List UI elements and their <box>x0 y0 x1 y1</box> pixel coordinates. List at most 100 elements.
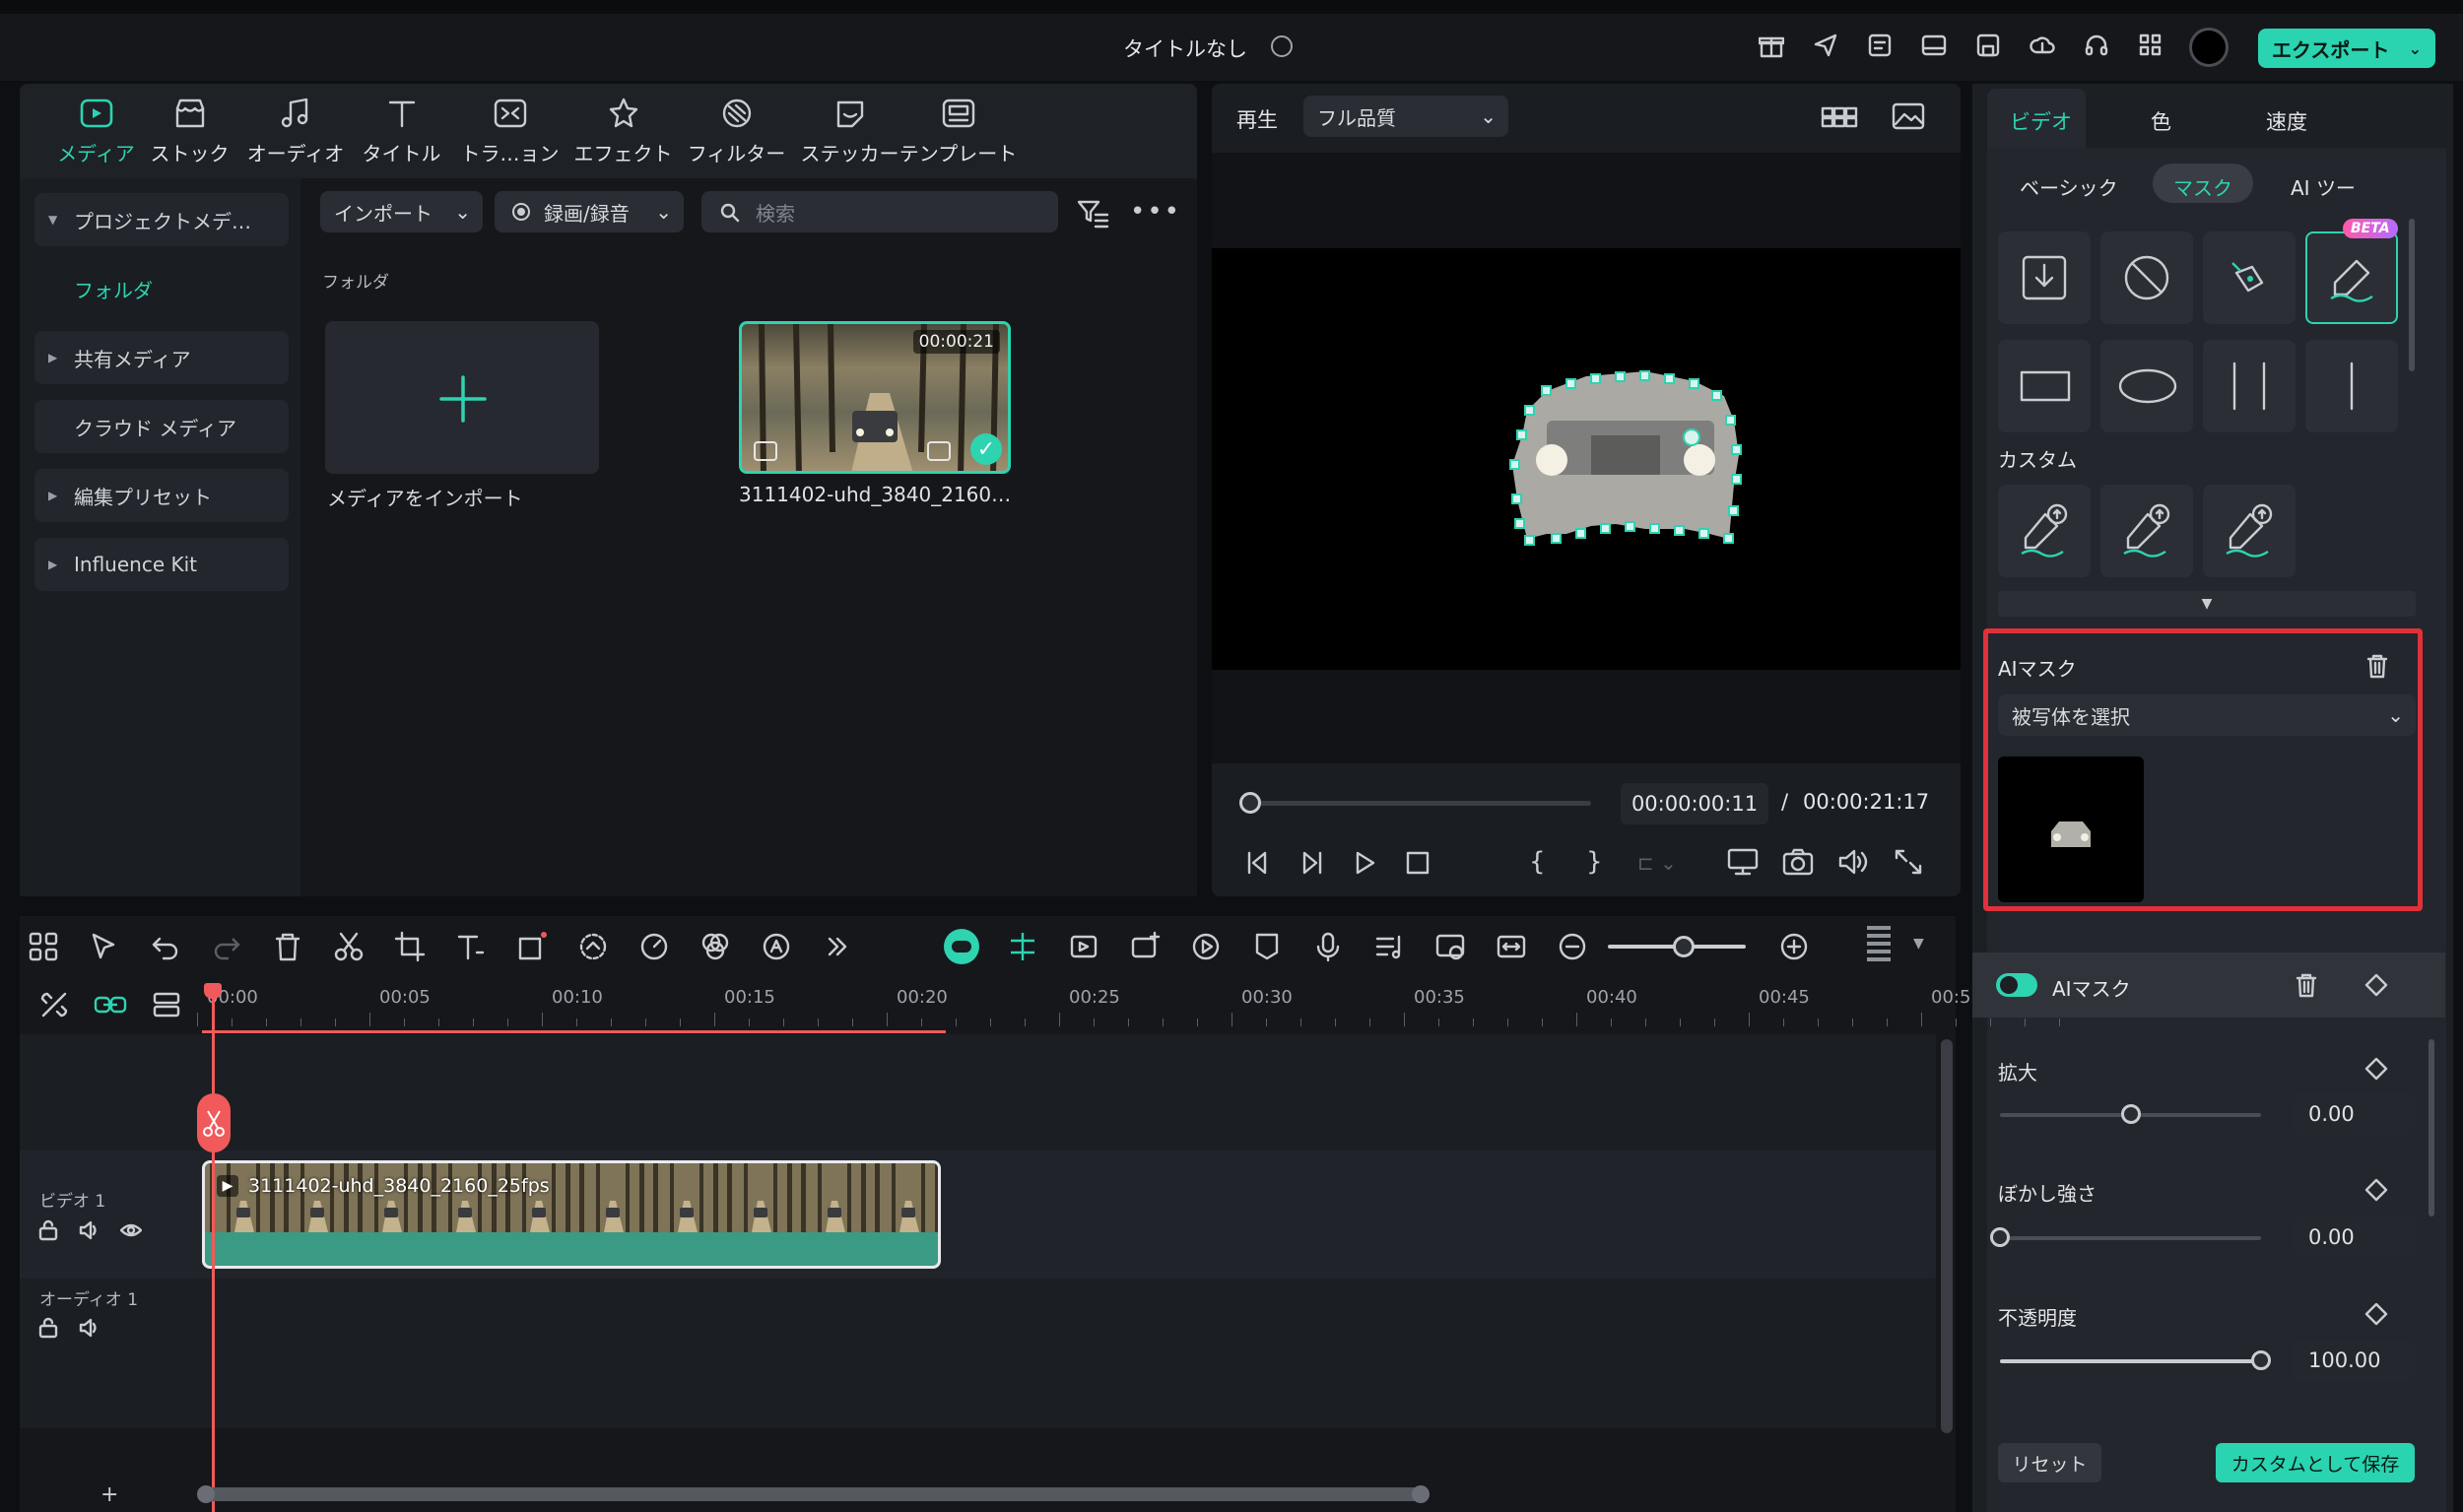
hscroll-start-handle[interactable] <box>197 1485 215 1503</box>
mask-import-tile[interactable] <box>1998 231 2091 324</box>
timeline-video-clip[interactable]: ▶ 3111402-uhd_3840_2160_25fps <box>202 1160 941 1269</box>
mask-double-line-tile[interactable] <box>2203 340 2296 432</box>
project-title[interactable]: タイトルなし <box>1123 33 1247 63</box>
media-clip-thumbnail[interactable]: 00:00:21 ✓ <box>739 321 1011 474</box>
tab-audio[interactable]: オーディオ <box>232 84 360 178</box>
select-cursor-icon[interactable] <box>89 931 120 962</box>
timeline-hscrollbar[interactable] <box>202 1487 1429 1501</box>
fullscreen-icon[interactable] <box>1893 847 1924 877</box>
sidebar-item-shared-media[interactable]: ▶ 共有メディア <box>34 331 289 384</box>
speaker-icon[interactable] <box>79 1317 100 1339</box>
text-tool-icon[interactable] <box>455 931 487 962</box>
ai-tools-icon[interactable] <box>761 931 792 962</box>
custom-mask-tile-1[interactable] <box>1998 485 2091 577</box>
keyframe-diamond-icon[interactable] <box>2364 973 2388 997</box>
send-icon[interactable] <box>1813 33 1838 58</box>
import-media-tile[interactable] <box>325 321 599 474</box>
opacity-value-input[interactable]: 100.00 <box>2293 1340 2415 1381</box>
expand-more-button[interactable]: ▼ <box>1998 591 2416 617</box>
more-options-icon[interactable]: ••• <box>1130 197 1181 227</box>
layout-grid-icon[interactable] <box>28 931 59 962</box>
sidebar-item-edit-presets[interactable]: ▶ 編集プリセット <box>34 469 289 522</box>
render-preview-icon[interactable] <box>1190 931 1222 962</box>
save-as-custom-button[interactable]: カスタムとして保存 <box>2216 1443 2415 1482</box>
microphone-icon[interactable] <box>1312 931 1344 962</box>
tab-video[interactable]: ビデオ <box>2010 106 2072 136</box>
track-height-icon[interactable] <box>1867 926 1891 965</box>
cloud-upload-icon[interactable] <box>2030 33 2055 58</box>
ai-mask-toggle[interactable] <box>1996 973 2037 997</box>
props-lower-scrollbar[interactable] <box>2429 1039 2434 1216</box>
subtab-ai-tools[interactable]: AI ツー <box>2291 172 2356 201</box>
mask-pen-tile[interactable] <box>2203 231 2296 324</box>
more-tools-icon[interactable] <box>822 931 853 962</box>
sidebar-item-cloud-media[interactable]: クラウド メディア <box>34 400 289 453</box>
speaker-icon[interactable] <box>79 1219 100 1241</box>
mask-single-line-tile[interactable] <box>2305 340 2398 432</box>
reset-button[interactable]: リセット <box>1998 1443 2101 1482</box>
marker-icon[interactable] <box>1251 931 1283 962</box>
zoom-in-icon[interactable] <box>1778 931 1810 962</box>
playhead[interactable] <box>212 995 215 1512</box>
tab-title[interactable]: タイトル <box>345 84 458 178</box>
record-dropdown[interactable]: 録画/録音 ⌄ <box>495 191 684 232</box>
mask-rectangle-tile[interactable] <box>1998 340 2091 432</box>
auto-reframe-icon[interactable] <box>1068 931 1099 962</box>
timeline-ruler[interactable]: 00:00 00:05 00:10 00:15 00:20 00:25 00:30 00:35… <box>197 979 2060 1028</box>
ai-assistant-button[interactable] <box>944 929 979 964</box>
split-scissors-button[interactable] <box>197 1093 231 1152</box>
preview-progress-knob[interactable] <box>1238 792 1261 814</box>
crop-icon[interactable] <box>394 931 426 962</box>
account-avatar[interactable] <box>2189 28 2229 67</box>
volume-icon[interactable] <box>1837 847 1869 877</box>
mask-none-tile[interactable] <box>2100 231 2193 324</box>
playhead-handle[interactable] <box>204 983 222 999</box>
subtab-mask[interactable]: マスク <box>2173 172 2232 201</box>
layout-icon[interactable] <box>1921 33 1947 58</box>
custom-mask-tile-3[interactable] <box>2203 485 2296 577</box>
zoom-slider-knob[interactable] <box>1673 936 1695 957</box>
tab-color[interactable]: 色 <box>2151 106 2171 136</box>
mark-in-icon[interactable]: { <box>1529 847 1546 877</box>
shape-tool-icon[interactable] <box>516 931 548 962</box>
next-frame-icon[interactable] <box>1297 849 1326 877</box>
fit-timeline-icon[interactable] <box>1496 931 1527 962</box>
timeline-vscrollbar[interactable] <box>1941 1039 1953 1433</box>
keyframe-diamond-icon[interactable] <box>2364 1302 2388 1326</box>
view-options-dropdown-icon[interactable]: ▼ <box>1913 936 1924 952</box>
cut-scissors-icon[interactable] <box>333 931 365 962</box>
track-manager-icon[interactable] <box>152 990 181 1019</box>
preview-progress-track[interactable] <box>1246 801 1591 806</box>
import-dropdown[interactable]: インポート ⌄ <box>320 191 483 232</box>
scale-slider-knob[interactable] <box>2120 1104 2141 1124</box>
blur-slider-track[interactable] <box>2000 1236 2261 1240</box>
lock-icon[interactable] <box>37 1219 59 1241</box>
add-track-button[interactable]: + <box>100 1482 118 1507</box>
gift-icon[interactable] <box>1759 33 1784 58</box>
tab-stock[interactable]: ストック <box>133 84 246 178</box>
trash-icon[interactable] <box>2364 652 2390 680</box>
keyframe-diamond-icon[interactable] <box>2364 1178 2388 1202</box>
trash-icon[interactable] <box>2294 971 2319 999</box>
blur-slider-knob[interactable] <box>1990 1227 2010 1247</box>
grid-view-icon[interactable] <box>1821 104 1858 130</box>
ai-cutout-icon[interactable] <box>577 931 609 962</box>
custom-mask-tile-2[interactable] <box>2100 485 2193 577</box>
subject-select-dropdown[interactable]: 被写体を選択 ⌄ <box>1998 694 2416 736</box>
display-icon[interactable] <box>1727 847 1759 877</box>
sidebar-item-project-media[interactable]: ▼ プロジェクトメデ… <box>34 193 289 246</box>
mask-ellipse-tile[interactable] <box>2100 340 2193 432</box>
redo-icon[interactable] <box>211 931 242 962</box>
opacity-slider-track[interactable] <box>2000 1359 2261 1363</box>
play-icon[interactable] <box>1350 849 1379 877</box>
mark-out-icon[interactable]: } <box>1586 847 1603 877</box>
opacity-slider-knob[interactable] <box>2251 1350 2271 1370</box>
snap-icon[interactable] <box>1007 931 1038 962</box>
preview-video[interactable] <box>1212 248 1961 670</box>
current-timecode[interactable]: 00:00:00:11 <box>1621 783 1768 824</box>
hscroll-end-handle[interactable] <box>1412 1485 1430 1503</box>
color-match-icon[interactable] <box>699 931 731 962</box>
stop-icon[interactable] <box>1403 849 1432 877</box>
link-icon[interactable] <box>94 990 127 1019</box>
props-scrollbar[interactable] <box>2409 219 2415 371</box>
